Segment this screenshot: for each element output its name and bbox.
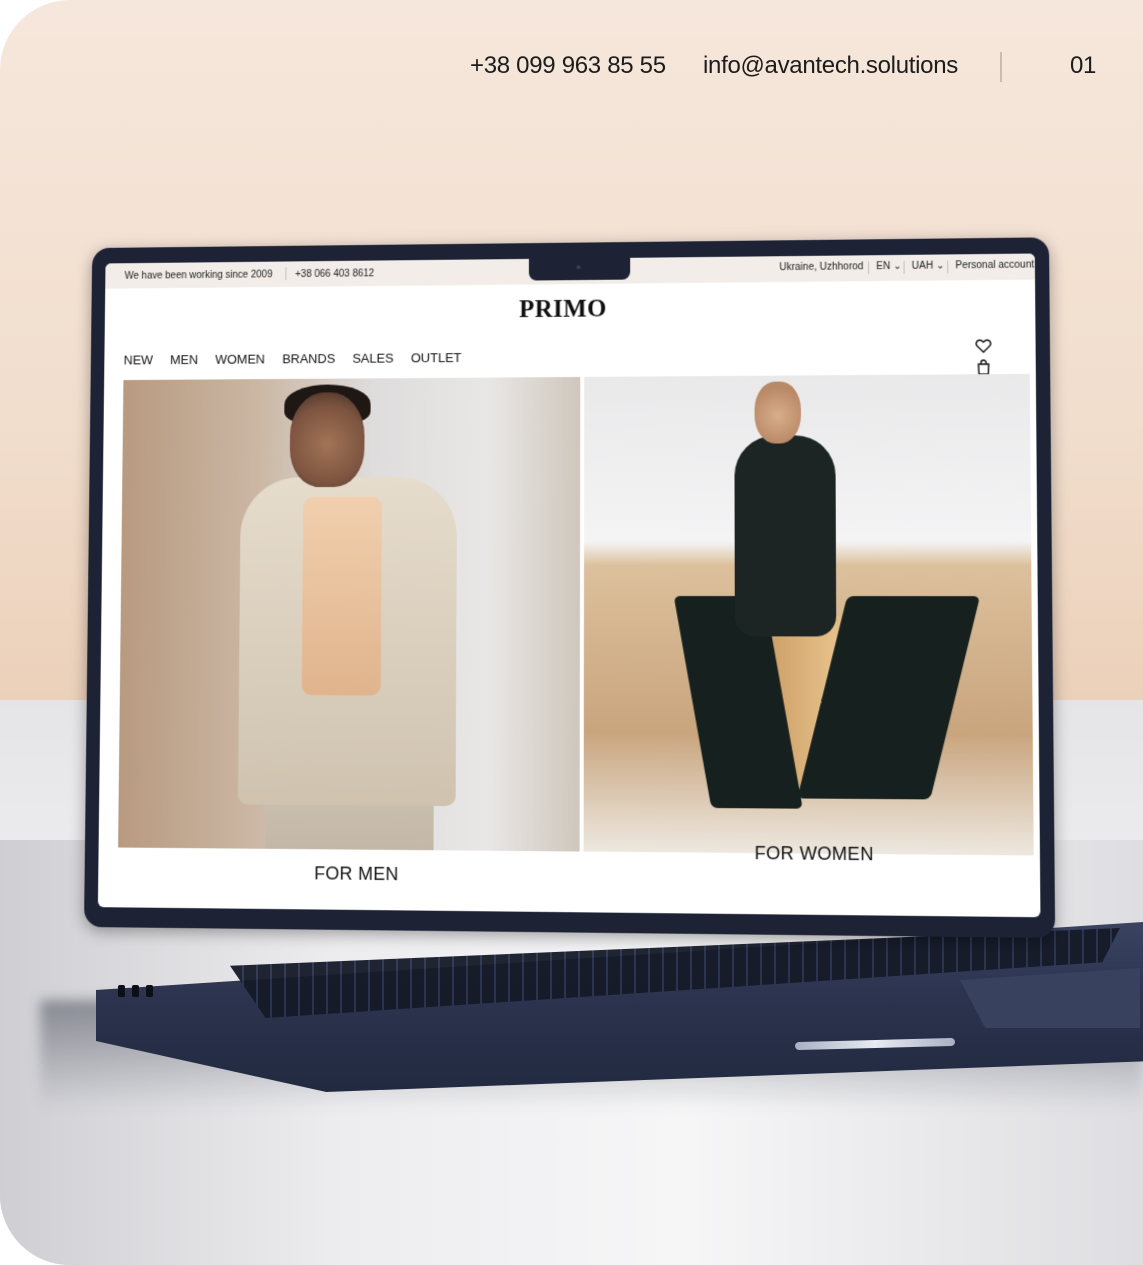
language-value: EN [876, 261, 891, 273]
nav-item-outlet[interactable]: OUTLET [411, 350, 462, 365]
laptop-port [146, 985, 153, 997]
nav-item-sales[interactable]: SALES [352, 351, 393, 366]
nav-item-men[interactable]: MEN [170, 352, 198, 367]
topbar-separator [868, 261, 870, 275]
nav-item-brands[interactable]: BRANDS [282, 351, 335, 366]
main-nav: NEW MEN WOMEN BRANDS SALES OUTLET [124, 350, 476, 367]
currency-value: UAH [911, 260, 934, 272]
camera-icon [576, 265, 581, 270]
topbar-phone[interactable]: +38 066 403 8612 [295, 268, 374, 280]
language-select[interactable]: EN ⌄ [876, 261, 901, 272]
chevron-down-icon: ⌄ [890, 260, 902, 272]
currency-select[interactable]: UAH ⌄ [912, 260, 945, 271]
page-number: 01 [1070, 52, 1097, 79]
heart-icon[interactable] [975, 338, 991, 354]
women-category-banner[interactable] [583, 373, 1034, 856]
contact-phone[interactable]: +38 099 963 85 55 [470, 52, 666, 80]
laptop-port [132, 985, 139, 997]
men-category-banner[interactable] [118, 376, 581, 852]
laptop-screen: We have been working since 2009 +38 066 … [97, 253, 1041, 918]
topbar-separator [947, 260, 949, 274]
topbar-separator [285, 267, 287, 281]
site-logo[interactable]: PRIMO [105, 292, 1036, 328]
chevron-down-icon: ⌄ [933, 260, 945, 272]
model-image-part [734, 435, 837, 637]
laptop-port [118, 985, 125, 997]
model-image-part [754, 381, 802, 444]
for-men-link[interactable]: FOR MEN [314, 863, 399, 885]
divider [1000, 52, 1002, 82]
laptop-lid: We have been working since 2009 +38 066 … [83, 237, 1056, 939]
model-image-part [301, 496, 382, 696]
personal-account-link[interactable]: Personal account [955, 260, 1034, 272]
model-image-part [289, 392, 365, 488]
topbar-separator [903, 260, 905, 274]
for-women-link[interactable]: FOR WOMEN [755, 843, 874, 865]
working-since-text: We have been working since 2009 [124, 269, 273, 282]
shopping-bag-icon[interactable] [975, 359, 991, 375]
nav-item-women[interactable]: WOMEN [215, 352, 265, 367]
camera-notch [528, 257, 631, 281]
location-text: Ukraine, Uzhhorod [779, 261, 864, 274]
background-scene: +38 099 963 85 55 info@avantech.solution… [0, 0, 1143, 1265]
nav-item-new[interactable]: NEW [124, 353, 153, 368]
contact-email[interactable]: info@avantech.solutions [703, 52, 958, 80]
